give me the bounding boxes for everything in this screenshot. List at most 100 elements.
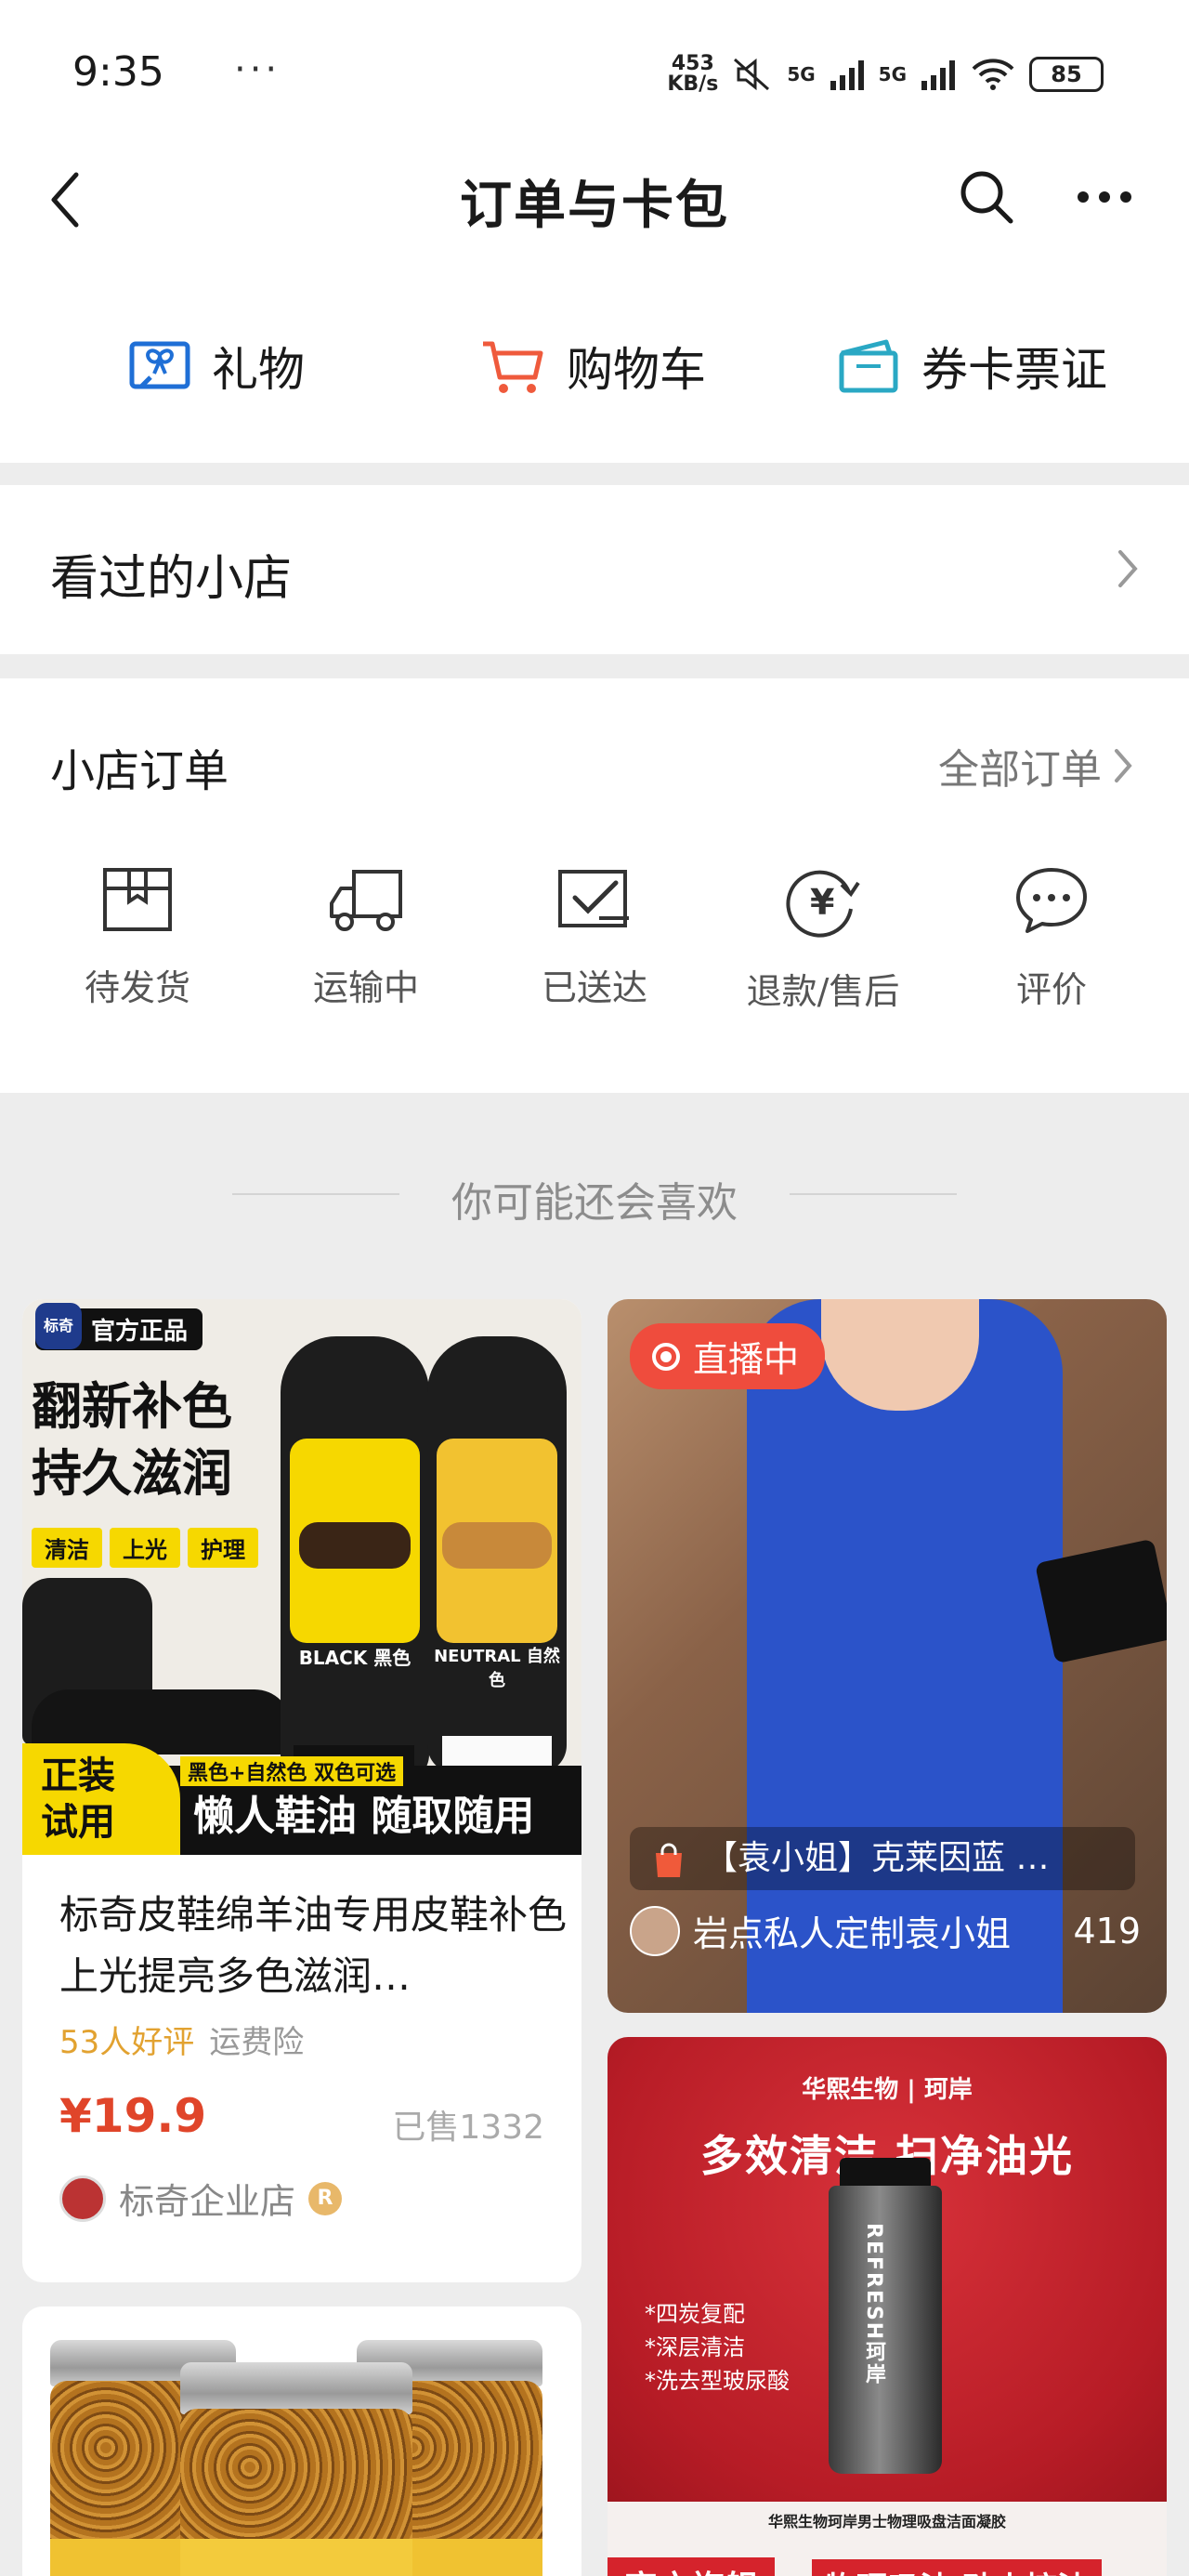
chevron-right-icon bbox=[1115, 749, 1132, 782]
product-card[interactable]: 官方正品 标奇 翻新补色 持久滋润 清洁 上光 护理 BLACK 黑色 NEUT… bbox=[22, 1299, 581, 2282]
ad-feature: *四炭复配 bbox=[645, 2301, 745, 2327]
battery-indicator: 85 bbox=[1029, 57, 1104, 92]
box-icon bbox=[103, 868, 172, 931]
ad-feature: *洗去型玻尿酸 bbox=[645, 2368, 790, 2394]
product-rating: 53人好评 bbox=[59, 2024, 195, 2061]
quick-link-cart[interactable]: 购物车 bbox=[479, 333, 706, 400]
product-meta: 53人好评 运费险 bbox=[59, 2017, 304, 2062]
bottle-text: BLACK 黑色 bbox=[298, 1647, 412, 1669]
shoe-graphic bbox=[299, 1522, 411, 1569]
more-icon[interactable] bbox=[1074, 186, 1135, 208]
order-status-pending-shipment[interactable]: 待发货 bbox=[45, 864, 230, 1010]
all-orders-link[interactable]: 全部订单 bbox=[938, 736, 1133, 795]
live-title: 【袁小姐】克莱因蓝 … bbox=[630, 1827, 1135, 1890]
quick-links: 礼物 购物车 券卡票证 bbox=[0, 260, 1189, 463]
orders-title: 小店订单 bbox=[50, 745, 229, 797]
product-headline: 翻新补色 持久滋润 bbox=[32, 1373, 232, 1507]
avatar bbox=[630, 1905, 680, 1956]
order-status-label: 已送达 bbox=[541, 967, 647, 1008]
wifi-icon bbox=[972, 59, 1014, 90]
jar-label bbox=[180, 2539, 412, 2576]
shoe-graphic bbox=[442, 1522, 552, 1569]
quick-link-label: 购物车 bbox=[567, 343, 706, 397]
net-speed: 453 KB/s bbox=[667, 54, 718, 95]
all-orders-label: 全部订单 bbox=[938, 746, 1102, 794]
visited-shops-row[interactable]: 看过的小店 bbox=[0, 485, 1189, 654]
shop-orders: 小店订单 全部订单 待发货 运输中 已送达 ¥ 退款/售后 评价 bbox=[0, 678, 1189, 1093]
order-status-label: 退款/售后 bbox=[746, 971, 900, 1012]
bottle-text: NEUTRAL 自然色 bbox=[434, 1647, 560, 1690]
product-card[interactable] bbox=[22, 2307, 581, 2576]
order-status-label: 待发货 bbox=[84, 967, 190, 1008]
ad-brand: 华熙生物 | 珂岸 bbox=[802, 2076, 973, 2104]
comment-icon bbox=[1016, 868, 1087, 933]
signal-icon bbox=[921, 60, 955, 90]
order-status-delivered[interactable]: 已送达 bbox=[502, 864, 687, 1010]
black-bottle: BLACK 黑色 bbox=[281, 1336, 429, 1782]
shipping-insurance: 运费险 bbox=[209, 2024, 305, 2061]
cart-icon bbox=[483, 341, 543, 393]
shop-badge: R bbox=[308, 2181, 343, 2215]
status-time: 9:35 bbox=[72, 48, 164, 96]
live-dot-icon bbox=[652, 1342, 680, 1371]
delivered-icon bbox=[558, 870, 629, 927]
order-status-label: 运输中 bbox=[312, 967, 419, 1008]
mute-icon bbox=[734, 58, 770, 91]
signal-label-1: 5G bbox=[787, 63, 816, 85]
ad-card[interactable]: 华熙生物 | 珂岸 多效清洁 扫净油光 *四炭复配 *深层清洁 *洗去型玻尿酸 … bbox=[608, 2037, 1167, 2576]
order-status-in-transit[interactable]: 运输中 bbox=[273, 864, 459, 1010]
truck-icon bbox=[330, 870, 402, 931]
signal-label-2: 5G bbox=[878, 63, 907, 85]
live-badge-label: 直播中 bbox=[693, 1339, 800, 1380]
divider bbox=[790, 1193, 957, 1195]
brand-logo: 标奇 bbox=[35, 1303, 82, 1349]
live-stream-card[interactable]: 直播中 【袁小姐】克莱因蓝 … 岩点私人定制袁小姐 419 bbox=[608, 1299, 1167, 2013]
ad-slogan: 物理吸油 劲爽控油 bbox=[812, 2559, 1102, 2576]
product-image: 官方正品 标奇 翻新补色 持久滋润 清洁 上光 护理 BLACK 黑色 NEUT… bbox=[22, 1299, 581, 1855]
status-more-dots: ··· bbox=[234, 48, 281, 91]
feature-tags: 清洁 上光 护理 bbox=[32, 1528, 258, 1568]
product-sold: 已售1332 bbox=[392, 2109, 544, 2147]
quick-link-cards[interactable]: 券卡票证 bbox=[836, 333, 1107, 400]
live-author-name: 岩点私人定制袁小姐 bbox=[693, 1913, 1012, 1954]
visited-shops-label: 看过的小店 bbox=[50, 551, 293, 607]
live-title-text: 【袁小姐】克莱因蓝 … bbox=[704, 1839, 1050, 1877]
chevron-right-icon bbox=[1118, 550, 1138, 587]
ad-feature: *深层清洁 bbox=[645, 2334, 745, 2360]
status-bar: 9:35 ··· 453 KB/s 5G 5G 85 bbox=[0, 0, 1189, 139]
ad-flagship: 官方旗舰 bbox=[608, 2557, 776, 2576]
order-status-review[interactable]: 评价 bbox=[959, 864, 1144, 1012]
gift-icon bbox=[129, 341, 190, 389]
order-status-label: 评价 bbox=[1015, 969, 1087, 1010]
tube-text: REFRESH珂岸 bbox=[862, 2223, 885, 2386]
quick-link-label: 券卡票证 bbox=[921, 343, 1107, 397]
shop-name: 标奇企业店 bbox=[119, 2181, 296, 2222]
jar-lid bbox=[180, 2362, 412, 2414]
live-author: 岩点私人定制袁小姐 bbox=[630, 1905, 1011, 1956]
ad-small-text: 华熙生物珂岸男士物理吸盘洁面凝胶 bbox=[767, 2513, 1006, 2530]
status-indicators: 453 KB/s 5G 5G 85 bbox=[667, 54, 1104, 95]
product-price: ¥19.9 bbox=[59, 2089, 207, 2143]
feature-tag: 护理 bbox=[188, 1528, 258, 1568]
nav-bar: 订单与卡包 bbox=[0, 139, 1189, 260]
live-viewer-count: 419 bbox=[1073, 1911, 1141, 1952]
order-status-refund[interactable]: ¥ 退款/售后 bbox=[730, 864, 916, 1014]
signal-icon bbox=[830, 60, 864, 90]
neutral-bottle: NEUTRAL 自然色 bbox=[427, 1336, 567, 1773]
recommend-title: 你可能还会喜欢 bbox=[451, 1179, 738, 1227]
net-speed-value: 453 bbox=[671, 52, 714, 75]
svg-text:¥: ¥ bbox=[810, 882, 834, 923]
refund-icon: ¥ bbox=[786, 870, 860, 938]
headline-line: 翻新补色 bbox=[32, 1377, 232, 1436]
search-icon[interactable] bbox=[957, 167, 1016, 227]
card-icon bbox=[839, 339, 898, 393]
shop-link[interactable]: 标奇企业店 R bbox=[59, 2173, 343, 2224]
feature-tag: 上光 bbox=[110, 1528, 180, 1568]
promo-corner: 正装 试用 bbox=[22, 1743, 180, 1855]
quick-link-gift[interactable]: 礼物 bbox=[128, 333, 305, 400]
product-name: 标奇皮鞋绵羊油专用皮鞋补色上光提亮多色滋润… bbox=[59, 1892, 568, 1999]
shop-avatar bbox=[59, 2175, 106, 2222]
quick-link-label: 礼物 bbox=[212, 343, 305, 397]
promo-corner-line: 正装 bbox=[41, 1755, 115, 1797]
promo-main: 懒人鞋油 随取随用 bbox=[193, 1793, 535, 1840]
